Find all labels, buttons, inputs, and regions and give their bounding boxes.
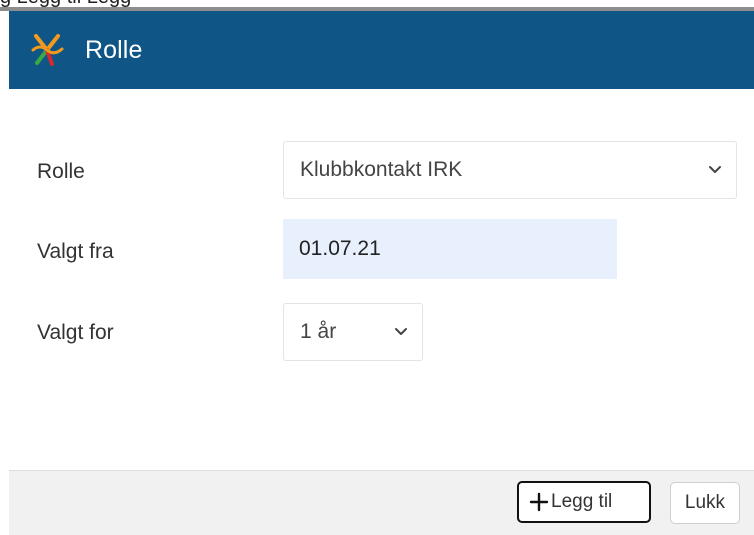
selected-from-label: Valgt fra [37, 240, 114, 263]
chevron-down-icon [709, 166, 721, 173]
close-button-label: Lukk [684, 492, 726, 513]
dialog-body: Rolle Klubbkontakt IRK Valgt fra 01.07.2… [9, 89, 754, 470]
dialog-header: Rolle [9, 11, 754, 89]
selected-for-select[interactable]: 1 år [283, 303, 423, 361]
role-label: Rolle [37, 160, 85, 183]
add-button-label: Legg til [551, 491, 613, 512]
dialog-footer: Legg til Lukk [9, 470, 754, 535]
close-button[interactable]: Lukk [670, 482, 740, 524]
screen: g Legg til Legg Rolle Rolle Klubbkontakt… [0, 0, 754, 535]
chevron-down-icon [395, 328, 407, 335]
role-select[interactable]: Klubbkontakt IRK [283, 141, 737, 199]
dialog-title: Rolle [85, 35, 143, 64]
selected-from-date-input[interactable]: 01.07.21 [283, 219, 617, 279]
role-select-value: Klubbkontakt IRK [300, 158, 463, 181]
selected-for-select-value: 1 år [300, 320, 337, 343]
club-logo-icon [31, 34, 64, 66]
selected-for-label: Valgt for [37, 321, 114, 344]
plus-icon [529, 492, 549, 512]
add-button[interactable]: Legg til [517, 481, 651, 523]
